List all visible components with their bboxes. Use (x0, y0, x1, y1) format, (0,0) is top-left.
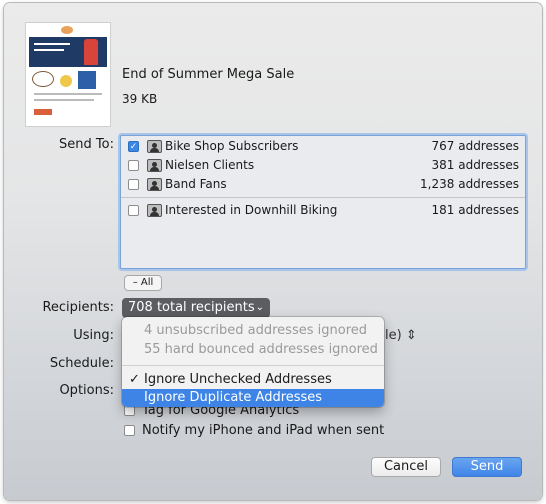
remove-all-button[interactable]: – All (124, 275, 162, 291)
logo-icon (61, 26, 73, 34)
recipients-popup-label: 708 total recipients (128, 300, 255, 315)
recipients-label: Recipients: (42, 300, 114, 315)
menu-separator (122, 365, 384, 366)
menu-item-ignore-unchecked[interactable]: ✓ Ignore Unchecked Addresses (122, 371, 384, 389)
using-popup[interactable]: le) ⇕ (385, 328, 417, 343)
list-divider (121, 197, 525, 198)
list-item[interactable]: Interested in Downhill Biking 181 addres… (121, 202, 525, 220)
send-campaign-sheet: End of Summer Mega Sale 39 KB Send To: ✓… (4, 3, 542, 500)
campaign-title: End of Summer Mega Sale (122, 67, 295, 82)
recipients-popup[interactable]: 708 total recipients ⌄ (122, 298, 270, 318)
campaign-size: 39 KB (122, 92, 158, 106)
shirt-icon (78, 71, 96, 89)
group-icon (147, 204, 162, 217)
group-icon (147, 159, 162, 172)
checkmark-icon: ✓ (129, 372, 140, 387)
menu-item-ignore-duplicates[interactable]: Ignore Duplicate Addresses (122, 389, 384, 407)
options-label: Options: (59, 383, 114, 398)
cancel-button[interactable]: Cancel (371, 457, 441, 477)
list-item[interactable]: Nielsen Clients 381 addresses (121, 157, 525, 175)
menu-info-unsubscribed: 4 unsubscribed addresses ignored (144, 323, 367, 338)
menu-info-bounced: 55 hard bounced addresses ignored (144, 342, 378, 357)
campaign-thumbnail (26, 23, 110, 126)
list-checkbox[interactable] (128, 160, 139, 171)
bike-icon (32, 71, 54, 87)
group-icon (147, 178, 162, 191)
updown-chevron-icon: ⇕ (405, 328, 417, 343)
list-checkbox[interactable] (128, 205, 139, 216)
send-button[interactable]: Send (452, 457, 522, 477)
send-to-label: Send To: (59, 137, 114, 152)
recipients-menu: 4 unsubscribed addresses ignored 55 hard… (122, 317, 384, 407)
list-checkbox[interactable] (128, 179, 139, 190)
list-checkbox[interactable]: ✓ (128, 141, 139, 152)
notify-checkbox[interactable] (124, 425, 135, 436)
recipient-lists[interactable]: ✓ Bike Shop Subscribers 767 addresses Ni… (120, 135, 526, 269)
using-label: Using: (73, 328, 114, 343)
schedule-label: Schedule: (49, 356, 114, 371)
list-item[interactable]: Band Fans 1,238 addresses (121, 176, 525, 194)
group-icon (147, 140, 162, 153)
chevron-down-icon: ⌄ (255, 302, 264, 313)
list-item[interactable]: ✓ Bike Shop Subscribers 767 addresses (121, 138, 525, 156)
